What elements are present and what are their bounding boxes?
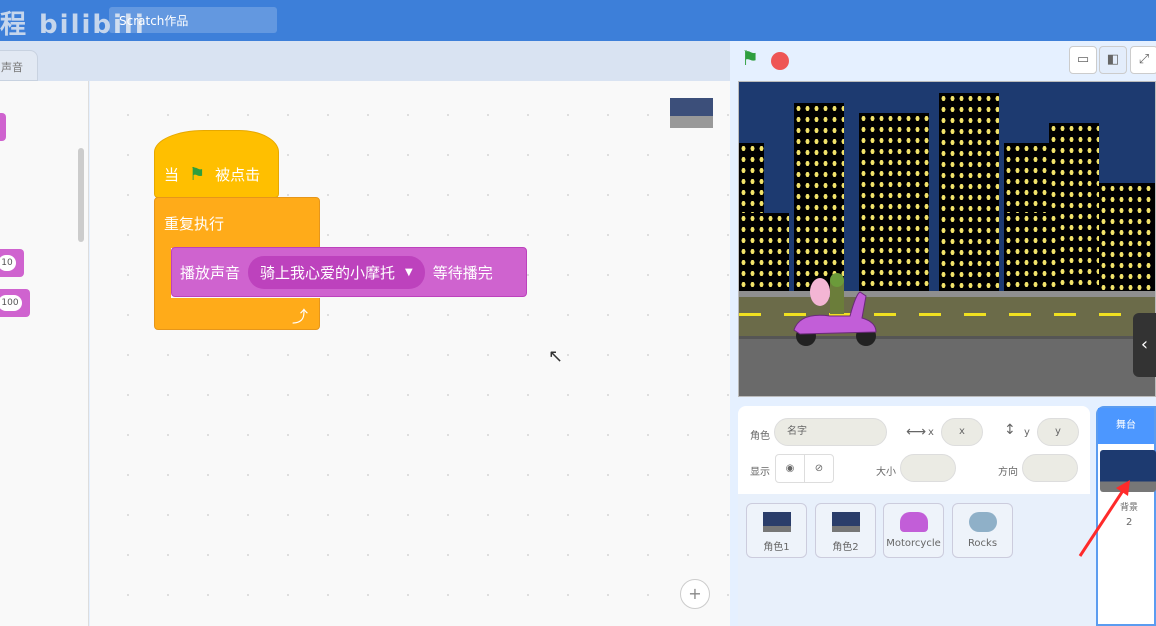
palette-block[interactable]: 100 — [0, 289, 30, 317]
sprite-info-panel: 角色 名字 ⟷ x x ↕ y y 显示 ◉ ⊘ 大小 方向 — [738, 406, 1090, 494]
show-label: 显示 — [750, 467, 770, 478]
hide-eye-icon[interactable]: ⊘ — [804, 454, 834, 483]
horizontal-arrows-icon: ⟷ — [906, 424, 927, 440]
annotation-arrow-icon — [1078, 480, 1130, 557]
sound-block-suffix: 等待播完 — [432, 263, 493, 282]
play-sound-until-done-block[interactable]: 播放声音 骑上我心爱的小摩托 ▼ 等待播完 — [171, 247, 527, 297]
x-label: x — [928, 427, 934, 438]
y-input[interactable]: y — [1037, 418, 1079, 446]
zoom-in-button[interactable]: + — [680, 579, 710, 609]
palette-scrollbar[interactable] — [78, 148, 84, 242]
sprite-label: 角色 — [750, 431, 770, 442]
hat-label-before: 当 — [164, 166, 180, 184]
stop-button[interactable] — [771, 52, 789, 70]
direction-label: 方向 — [998, 467, 1018, 478]
mouse-cursor-icon: ↖ — [548, 346, 564, 367]
sprite-name: 角色1 — [763, 542, 790, 553]
small-stage-button[interactable]: ▭ — [1069, 46, 1097, 74]
y-label: y — [1024, 427, 1030, 438]
collapse-panel-chevron-icon[interactable]: ‹ — [1133, 313, 1156, 377]
tab-sounds[interactable]: 声音 — [0, 50, 38, 81]
vertical-arrows-icon: ↕ — [1004, 422, 1016, 438]
sprite-name: Rocks — [967, 538, 998, 549]
sprite-tile[interactable]: 角色2 — [815, 503, 876, 558]
size-label: 大小 — [876, 467, 896, 478]
forever-label: 重复执行 — [164, 215, 225, 233]
size-input[interactable] — [900, 454, 956, 482]
x-input[interactable]: x — [941, 418, 983, 446]
menu-bar: 程 bilibili Scratch作品 — [0, 0, 1156, 41]
project-title-input[interactable]: Scratch作品 — [109, 7, 277, 33]
sprite-name: 角色2 — [832, 542, 859, 553]
chevron-down-icon: ▼ — [405, 266, 413, 278]
fullscreen-button[interactable]: ⤢ — [1130, 46, 1156, 74]
sprite-tile[interactable]: 角色1 — [746, 503, 807, 558]
stage-thumbnail — [670, 98, 713, 128]
palette-block[interactable]: 10 — [0, 249, 24, 277]
hat-label-after: 被点击 — [215, 166, 261, 184]
value-input[interactable]: 10 — [0, 255, 16, 271]
tab-bar: 声音 — [0, 41, 730, 81]
green-flag-icon: ⚑ — [189, 164, 206, 185]
normal-stage-button[interactable]: ◧ — [1099, 46, 1127, 74]
sprite-tile[interactable]: Motorcycle — [883, 503, 944, 558]
palette-block[interactable] — [0, 113, 6, 141]
sound-block-label: 播放声音 — [180, 263, 241, 282]
sprite-name: Motorcycle — [886, 538, 941, 549]
sprite-name-input[interactable]: 名字 — [774, 418, 887, 446]
sprite-tile[interactable]: Rocks — [952, 503, 1013, 558]
sound-name: 骑上我心爱的小摩托 — [260, 263, 396, 282]
sound-dropdown[interactable]: 骑上我心爱的小摩托 ▼ — [248, 255, 425, 289]
value-input[interactable]: 100 — [0, 295, 22, 311]
block-palette: 10 100 — [0, 81, 89, 626]
direction-input[interactable] — [1022, 454, 1078, 482]
motorcycle-sprite[interactable] — [790, 272, 880, 350]
stage-panel-title: 舞台 — [1098, 408, 1154, 444]
loop-arrow-icon: ⤴ — [292, 307, 309, 326]
green-flag-button[interactable]: ⚑ — [741, 46, 759, 74]
show-eye-icon[interactable]: ◉ — [775, 454, 805, 483]
